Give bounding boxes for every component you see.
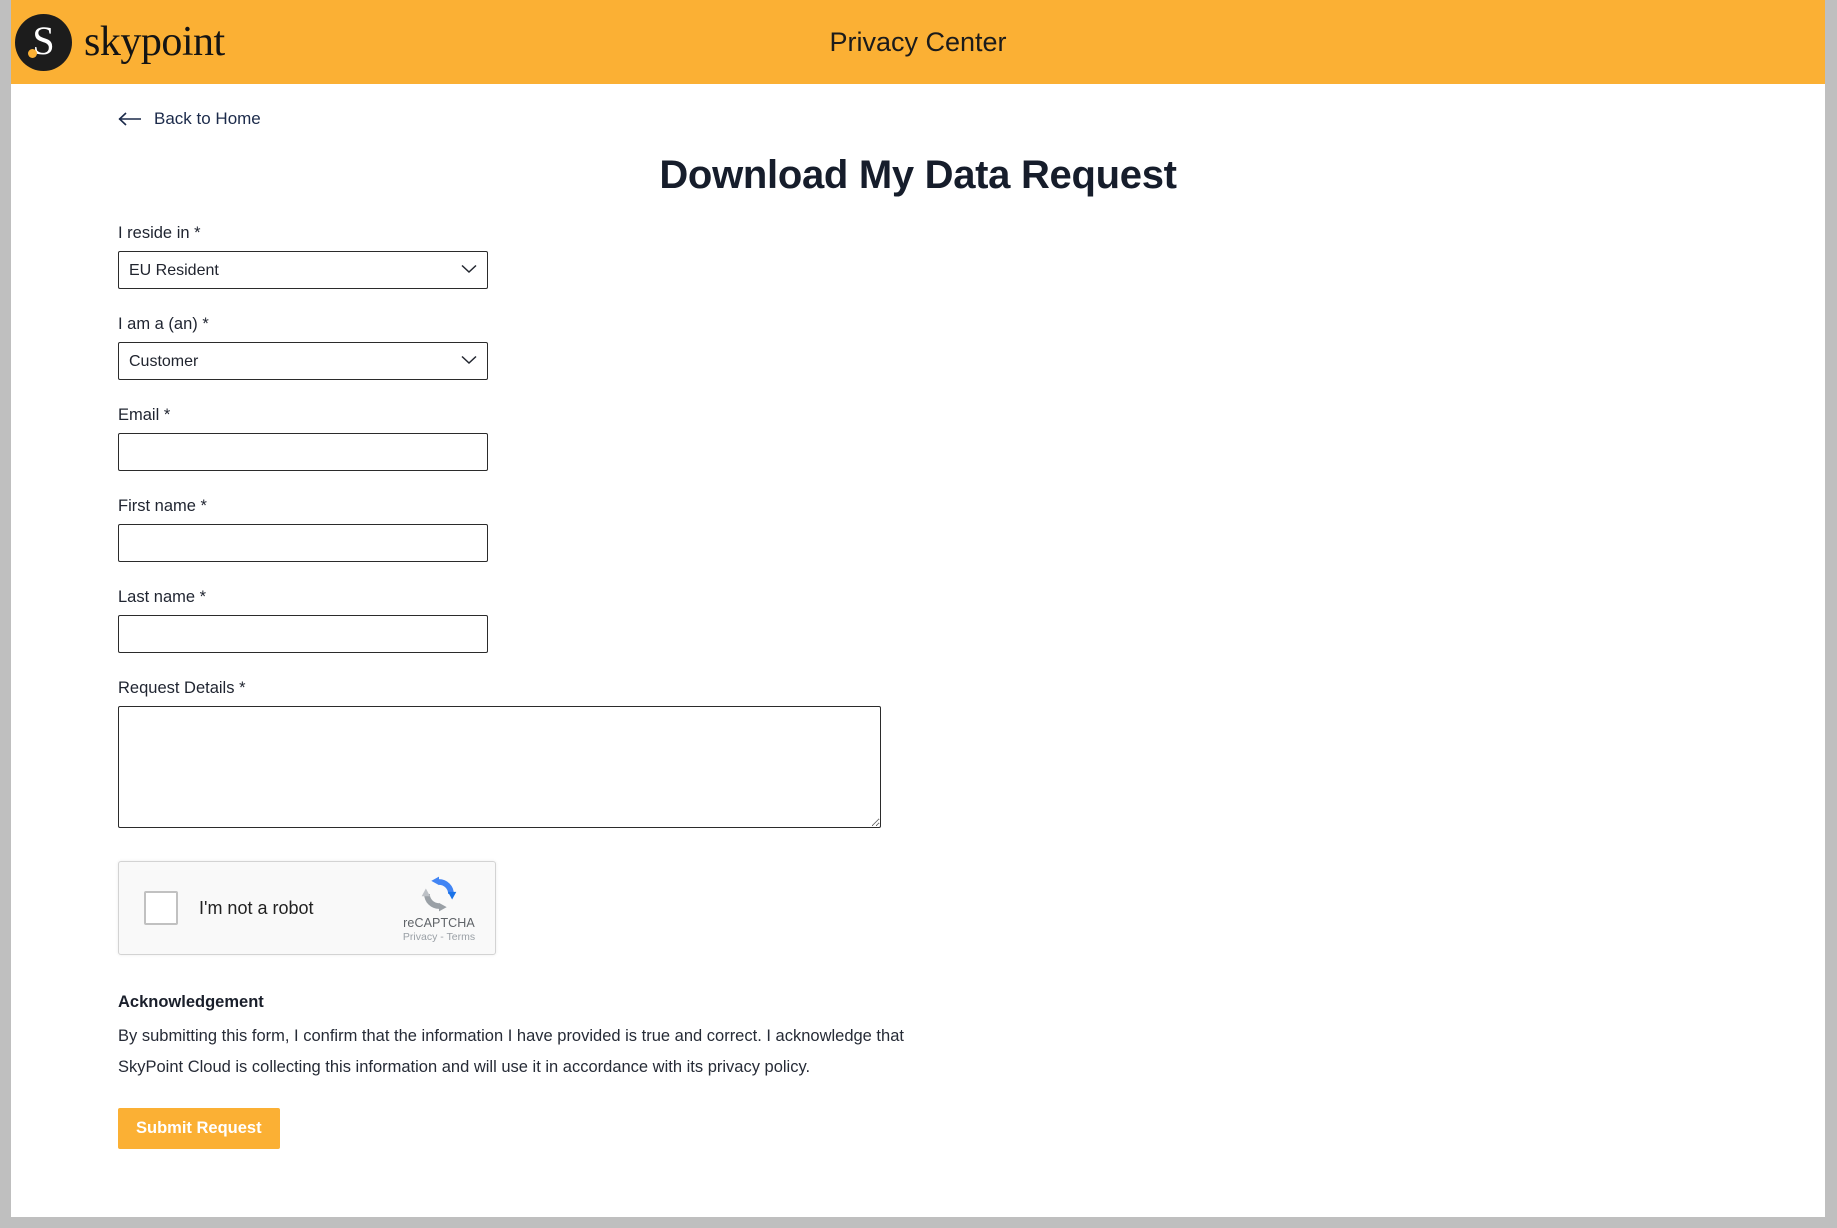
label-reside-in: I reside in * — [118, 224, 1785, 243]
required-marker: * — [202, 315, 208, 333]
select-wrap-reside-in: EU Resident — [118, 251, 488, 289]
back-to-home-link[interactable]: Back to Home — [118, 109, 261, 129]
acknowledgement-line-1: By submitting this form, I confirm that … — [118, 1028, 1785, 1045]
page-content: Back to Home Download My Data Request I … — [11, 84, 1825, 1149]
select-wrap-role: Customer — [118, 342, 488, 380]
email-input[interactable] — [118, 433, 488, 471]
required-marker: * — [194, 224, 200, 242]
request-details-textarea[interactable] — [118, 706, 881, 828]
field-role: I am a (an) * Customer — [118, 315, 1785, 380]
recaptcha-brand-name: reCAPTCHA — [396, 916, 482, 930]
label-role: I am a (an) * — [118, 315, 1785, 334]
select-reside-in[interactable]: EU Resident — [118, 251, 488, 289]
required-marker: * — [164, 406, 170, 424]
label-first-name: First name * — [118, 497, 1785, 516]
recaptcha-label: I'm not a robot — [199, 898, 314, 919]
field-email: Email * — [118, 406, 1785, 471]
last-name-input[interactable] — [118, 615, 488, 653]
required-marker: * — [239, 679, 245, 697]
recaptcha-legal-links: Privacy - Terms — [396, 931, 482, 943]
browser-viewport: S skypoint Privacy Center Back to Home D… — [11, 0, 1825, 1217]
recaptcha-logo-icon — [396, 873, 482, 915]
required-marker: * — [201, 497, 207, 515]
recaptcha-checkbox[interactable] — [144, 891, 178, 925]
label-last-name: Last name * — [118, 588, 1785, 607]
field-request-details: Request Details * — [118, 679, 1785, 828]
field-last-name: Last name * — [118, 588, 1785, 653]
submit-request-button[interactable]: Submit Request — [118, 1108, 280, 1149]
acknowledgement-line-2: SkyPoint Cloud is collecting this inform… — [118, 1059, 1785, 1076]
label-email: Email * — [118, 406, 1785, 425]
recaptcha-branding: reCAPTCHA Privacy - Terms — [396, 873, 482, 943]
required-marker: * — [200, 588, 206, 606]
recaptcha-privacy-link[interactable]: Privacy — [403, 931, 437, 943]
label-request-details: Request Details * — [118, 679, 1785, 698]
recaptcha-legal-separator: - — [440, 931, 444, 943]
header-title: Privacy Center — [11, 27, 1825, 58]
back-to-home-label: Back to Home — [154, 109, 261, 129]
site-header: S skypoint Privacy Center — [11, 0, 1825, 84]
acknowledgement-heading: Acknowledgement — [118, 993, 1785, 1012]
recaptcha-terms-link[interactable]: Terms — [447, 931, 476, 943]
recaptcha-widget[interactable]: I'm not a robot reCAPTCHA — [118, 861, 496, 955]
select-role[interactable]: Customer — [118, 342, 488, 380]
field-reside-in: I reside in * EU Resident — [118, 224, 1785, 289]
field-first-name: First name * — [118, 497, 1785, 562]
first-name-input[interactable] — [118, 524, 488, 562]
page-title: Download My Data Request — [51, 153, 1785, 198]
arrow-left-icon — [118, 112, 142, 126]
